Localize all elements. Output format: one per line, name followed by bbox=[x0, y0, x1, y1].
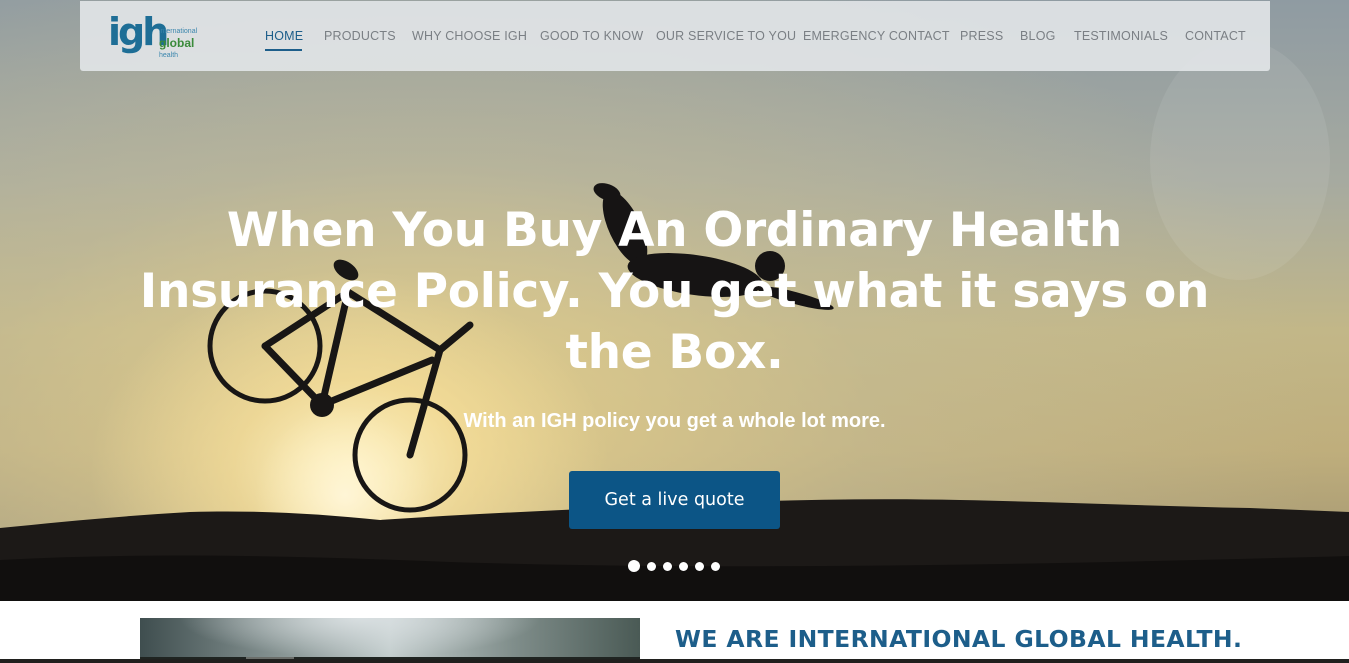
nav-item-why-choose-igh[interactable]: WHY CHOOSE IGH bbox=[412, 29, 527, 47]
hero-headline-line-2: Insurance Policy. You get what it says o… bbox=[139, 264, 1210, 319]
hero-headline-line-1: When You Buy An Ordinary Health bbox=[226, 203, 1123, 258]
slider-dot-5[interactable] bbox=[695, 561, 704, 571]
about-image bbox=[140, 618, 640, 663]
hero-headline-line-3: the Box. bbox=[565, 325, 784, 380]
slider-dot-4[interactable] bbox=[679, 561, 688, 571]
nav-item-testimonials[interactable]: TESTIMONIALS bbox=[1074, 29, 1168, 47]
slider-dot-2[interactable] bbox=[647, 561, 656, 571]
nav-active-indicator bbox=[265, 49, 302, 51]
nav-item-home[interactable]: HOME bbox=[265, 29, 303, 47]
logo-letters: igh bbox=[108, 10, 169, 54]
nav-item-good-to-know[interactable]: GOOD TO KNOW bbox=[540, 29, 643, 47]
nav-item-blog[interactable]: BLOG bbox=[1020, 29, 1056, 47]
igh-logo[interactable]: igh international global health bbox=[108, 10, 204, 61]
slider-pagination bbox=[628, 559, 720, 573]
slider-dot-6[interactable] bbox=[711, 561, 720, 571]
nav-item-press[interactable]: PRESS bbox=[960, 29, 1003, 47]
slider-dot-3[interactable] bbox=[663, 561, 672, 571]
nav-item-emergency-contact[interactable]: EMERGENCY CONTACT bbox=[803, 29, 950, 47]
about-section-title: WE ARE INTERNATIONAL GLOBAL HEALTH. bbox=[675, 625, 1243, 653]
nav-item-our-service[interactable]: OUR SERVICE TO YOU bbox=[656, 29, 796, 47]
get-live-quote-button[interactable]: Get a live quote bbox=[569, 471, 780, 529]
logo-line-2: global bbox=[159, 36, 195, 50]
main-navbar: igh international global health HOME PRO… bbox=[80, 1, 1270, 71]
page-bottom-edge bbox=[0, 659, 1349, 663]
logo-line-3: health bbox=[159, 52, 179, 59]
slider-dot-1[interactable] bbox=[628, 560, 640, 572]
nav-item-products[interactable]: PRODUCTS bbox=[324, 29, 396, 47]
nav-item-contact[interactable]: CONTACT bbox=[1185, 29, 1246, 47]
hero-subheadline: With an IGH policy you get a whole lot m… bbox=[463, 410, 886, 432]
hero-headline: When You Buy An Ordinary Health Insuranc… bbox=[100, 200, 1249, 383]
